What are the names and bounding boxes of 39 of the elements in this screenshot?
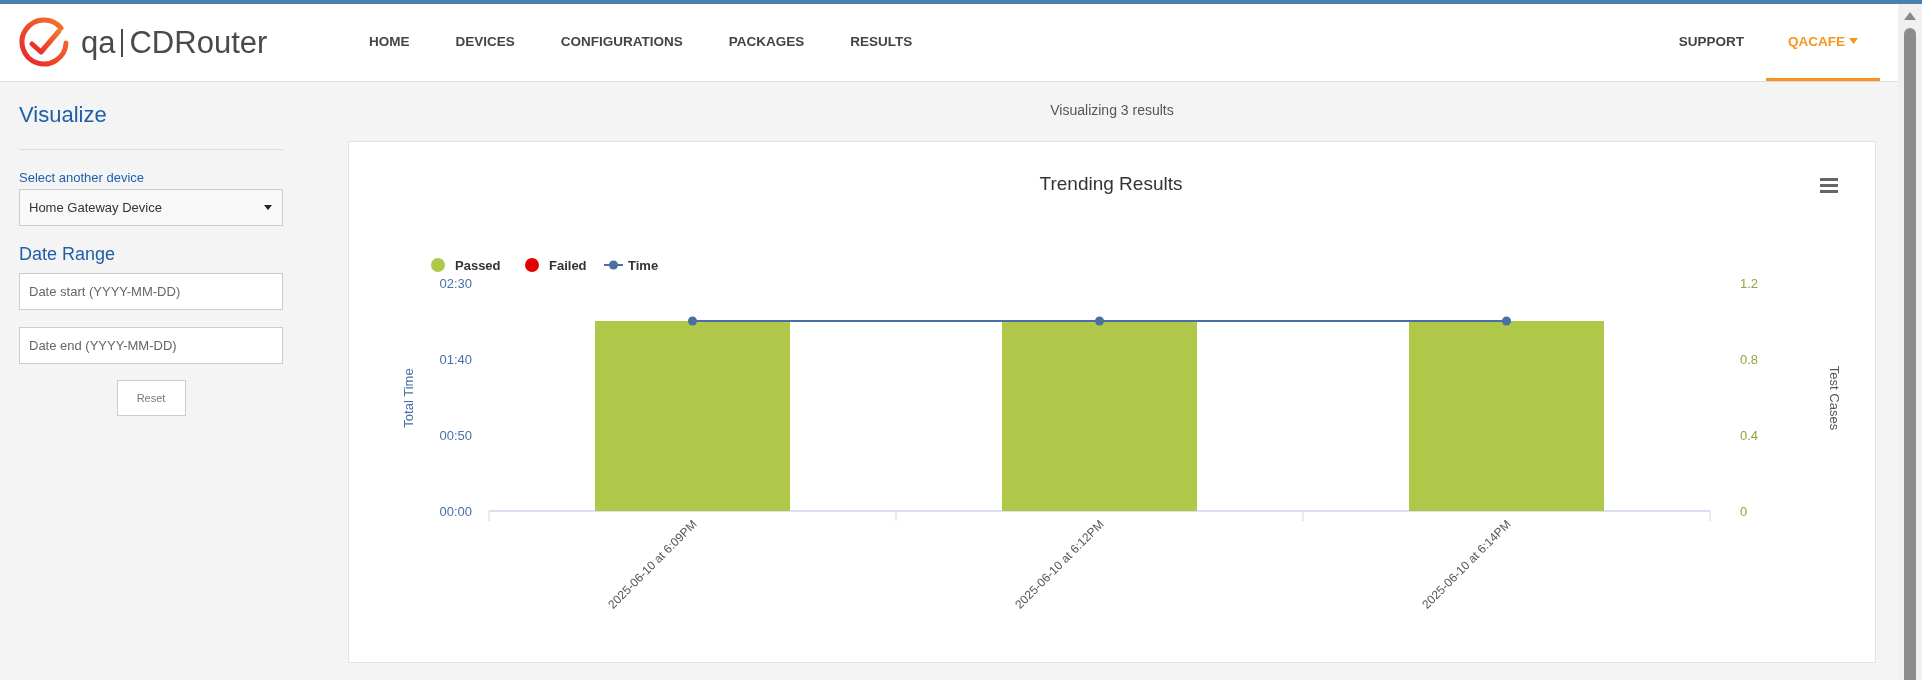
sidebar-title: Visualize: [19, 102, 108, 128]
scroll-up-icon[interactable]: [1904, 12, 1916, 20]
nav-link[interactable]: RESULTS: [827, 4, 936, 81]
data-point[interactable]: [1095, 316, 1104, 326]
logo-divider: [121, 28, 124, 57]
logo-name: CDRouter: [129, 24, 268, 61]
nav-link[interactable]: HOME: [346, 4, 433, 81]
axis-tick-label: 0: [1740, 504, 1748, 519]
axis-tick-label: 02:30: [439, 276, 472, 291]
logo-prefix: qa: [81, 24, 116, 61]
nav-link[interactable]: CONFIGURATIONS: [537, 4, 706, 81]
axis-title: Test Cases: [1827, 365, 1842, 431]
legend-item[interactable]: Failed: [525, 258, 587, 273]
chart-title: Trending Results: [1039, 173, 1183, 194]
nav-link[interactable]: DEVICES: [432, 4, 538, 81]
caret-icon: [264, 205, 272, 210]
nav-link[interactable]: PACKAGES: [705, 4, 828, 81]
axis-tick-label: 0.4: [1740, 428, 1759, 443]
axis-tick-label: 1.2: [1740, 276, 1759, 291]
date-field[interactable]: Date start (YYYY-MM-DD): [19, 273, 283, 310]
menu-icon[interactable]: [1820, 178, 1838, 193]
axis-tick-label: 0.8: [1740, 352, 1759, 367]
device-select[interactable]: Home Gateway Device: [19, 189, 283, 226]
scrollbar[interactable]: [1898, 4, 1922, 680]
legend-item[interactable]: Time: [603, 258, 659, 273]
axis-tick-label: 00:50: [439, 428, 472, 443]
data-point[interactable]: [688, 316, 697, 326]
data-point[interactable]: [1502, 316, 1511, 326]
axis-tick-label: 01:40: [439, 352, 472, 367]
legend-item[interactable]: Passed: [431, 258, 501, 273]
date-field[interactable]: Date end (YYYY-MM-DD): [19, 327, 283, 364]
results-summary: Visualizing 3 results: [1049, 102, 1175, 118]
axis-tick-label: 00:00: [439, 504, 472, 519]
axis-title: Total Time: [401, 368, 416, 428]
nav-link[interactable]: SUPPORT: [1656, 4, 1766, 81]
logo-icon: [17, 15, 71, 70]
section-heading: Date Range: [19, 244, 117, 265]
reset-button[interactable]: Reset: [116, 380, 186, 416]
field-label: Select another device: [19, 170, 146, 185]
